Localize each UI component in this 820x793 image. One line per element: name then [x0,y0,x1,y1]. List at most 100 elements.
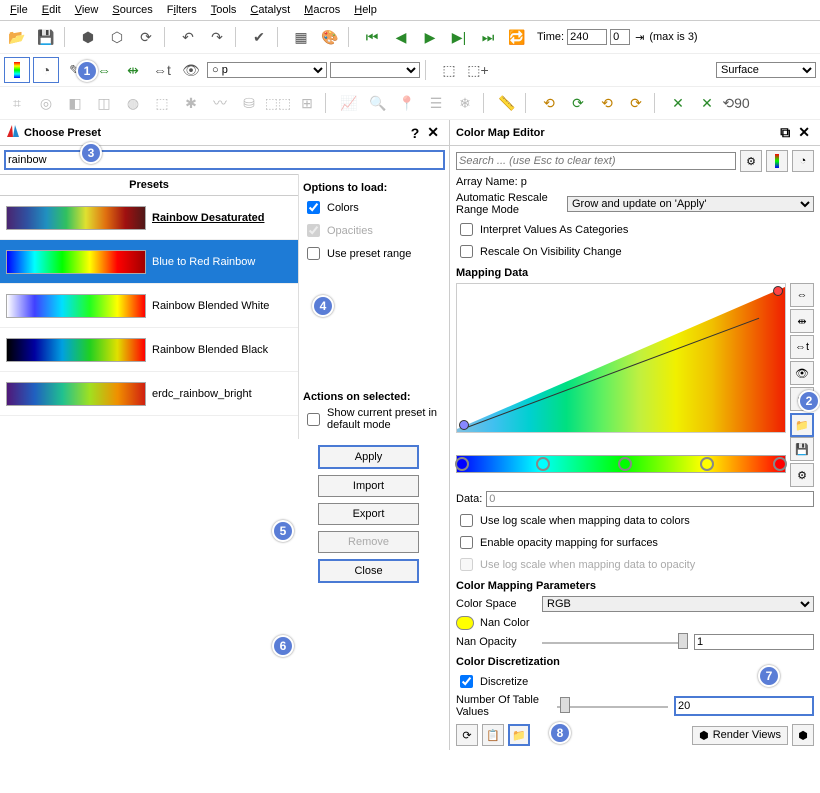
save-preset-icon[interactable]: 💾 [790,437,814,461]
slice-icon[interactable]: ◫ [91,90,117,116]
color-transfer-bar[interactable] [456,455,786,473]
rescale-custom-icon[interactable]: ⇹ [120,57,146,83]
resample-icon[interactable]: ⊞ [294,90,320,116]
stream-icon[interactable]: 〰 [207,90,233,116]
rescale-time-icon[interactable]: ⇔t [149,57,175,83]
rescale-visibility-checkbox[interactable] [460,245,473,258]
import-button[interactable]: Import [318,475,419,497]
rescale-data-icon[interactable]: ⇔ [790,283,814,307]
time-step-input[interactable] [610,29,630,45]
rescale-custom-side-icon[interactable]: ⇹ [790,309,814,333]
reset-camera-icon[interactable]: ⟲ [536,90,562,116]
rescale-visible-icon[interactable]: 👁 [178,57,204,83]
probe-icon[interactable]: 📍 [394,90,420,116]
time-input[interactable] [567,29,607,45]
close-icon[interactable]: ✕ [423,124,443,141]
disconnect-icon[interactable]: ⬡ [104,24,130,50]
array-combo[interactable]: ○ p [207,62,327,78]
nan-opacity-slider[interactable] [542,636,688,648]
apply-icon[interactable]: ✔ [246,24,272,50]
palette-icon[interactable]: 🎨 [317,24,343,50]
preset-rainbow-white[interactable]: Rainbow Blended White [0,284,298,328]
reload-icon[interactable]: ⟳ [133,24,159,50]
preset-rainbow-desaturated[interactable]: Rainbow Desaturated [0,196,298,240]
save-defaults-icon[interactable]: 📁 [508,724,530,746]
colors-checkbox[interactable] [307,201,320,214]
ruler-icon[interactable]: 📏 [494,90,520,116]
axis-rotate-icon[interactable]: ⟲90 [723,90,749,116]
save-icon[interactable]: 💾 [33,24,59,50]
menu-filters[interactable]: Filters [161,2,203,18]
separate-map-icon[interactable]: ◔ [792,150,814,172]
preset-erdc-rainbow[interactable]: erdc_rainbow_bright [0,372,298,416]
menu-help[interactable]: Help [348,2,383,18]
reset-all-icon[interactable]: ⟳ [456,724,478,746]
selection-icon[interactable]: ⬚ [436,57,462,83]
nan-color-swatch[interactable] [456,616,474,630]
advanced-icon[interactable]: ⚙ [790,463,814,487]
menu-macros[interactable]: Macros [298,2,346,18]
cam-x-icon[interactable]: ⟲ [594,90,620,116]
export-button[interactable]: Export [318,503,419,525]
representation-combo[interactable]: Surface [716,62,816,78]
threshold-icon[interactable]: ◍ [120,90,146,116]
undo-icon[interactable]: ↶ [175,24,201,50]
rescale-time-side-icon[interactable]: ⇔t [790,335,814,359]
glyph-icon[interactable]: ✱ [178,90,204,116]
preset-search-input[interactable] [4,150,445,170]
next-frame-icon[interactable]: ▶| [446,24,472,50]
zoom-data-icon[interactable]: ⟳ [565,90,591,116]
menu-catalyst[interactable]: Catalyst [244,2,296,18]
default-checkbox[interactable] [307,413,320,426]
help-icon[interactable]: ? [407,125,424,141]
contour-icon[interactable]: ◎ [33,90,59,116]
loop-icon[interactable]: 🔁 [504,24,530,50]
interact-icon[interactable]: ☰ [423,90,449,116]
num-values-slider[interactable] [557,700,668,712]
warp-icon[interactable]: ⛁ [236,90,262,116]
cam-y-icon[interactable]: ⟳ [623,90,649,116]
axis-x-plus-icon[interactable]: ✕ [694,90,720,116]
first-frame-icon[interactable]: ⏮ [359,24,385,50]
num-values-input[interactable] [674,696,814,716]
play-icon[interactable]: ▶ [417,24,443,50]
open-icon[interactable]: 📂 [4,24,30,50]
menu-edit[interactable]: Edit [36,2,67,18]
close-icon[interactable]: ✕ [794,124,814,141]
data-value-input[interactable] [486,491,814,507]
preset-rainbow-black[interactable]: Rainbow Blended Black [0,328,298,372]
gear-icon[interactable]: ⚙ [740,150,762,172]
cme-search-input[interactable] [456,152,736,170]
last-frame-icon[interactable]: ⏭ [475,24,501,50]
rescale-visible-side-icon[interactable]: 👁 [790,361,814,385]
discretize-checkbox[interactable] [460,675,473,688]
selection-add-icon[interactable]: ⬚+ [465,57,491,83]
color-map-icon[interactable]: ◔ [33,57,59,83]
auto-render-icon[interactable]: ⬢ [792,724,814,746]
snap-icon[interactable]: ⇥ [635,31,644,44]
query-icon[interactable]: 🔍 [365,90,391,116]
paste-icon[interactable]: 📋 [482,724,504,746]
find-data-icon[interactable]: ▦ [288,24,314,50]
component-combo[interactable] [330,62,420,78]
opacity-surface-checkbox[interactable] [460,536,473,549]
apply-button[interactable]: Apply [318,445,419,469]
prev-frame-icon[interactable]: ◀ [388,24,414,50]
interpret-categories-checkbox[interactable] [460,223,473,236]
scalar-bar-icon[interactable] [4,57,30,83]
group-icon[interactable]: ⬚⬚ [265,90,291,116]
render-views-button[interactable]: ⬢Render Views [692,726,788,745]
redo-icon[interactable]: ↷ [204,24,230,50]
choose-preset-side-icon[interactable]: 📁 [790,413,814,437]
axis-x-minus-icon[interactable]: ✕ [665,90,691,116]
menu-tools[interactable]: Tools [205,2,243,18]
chart-icon[interactable]: 📈 [336,90,362,116]
log-colors-checkbox[interactable] [460,514,473,527]
menu-sources[interactable]: Sources [106,2,158,18]
preset-blue-to-red[interactable]: Blue to Red Rainbow [0,240,298,284]
color-space-combo[interactable]: RGB [542,596,814,612]
rescale-mode-combo[interactable]: Grow and update on 'Apply' [567,196,814,212]
freeze-icon[interactable]: ❄ [452,90,478,116]
calculator-icon[interactable]: ⌗ [4,90,30,116]
opacity-function-chart[interactable] [456,283,786,433]
